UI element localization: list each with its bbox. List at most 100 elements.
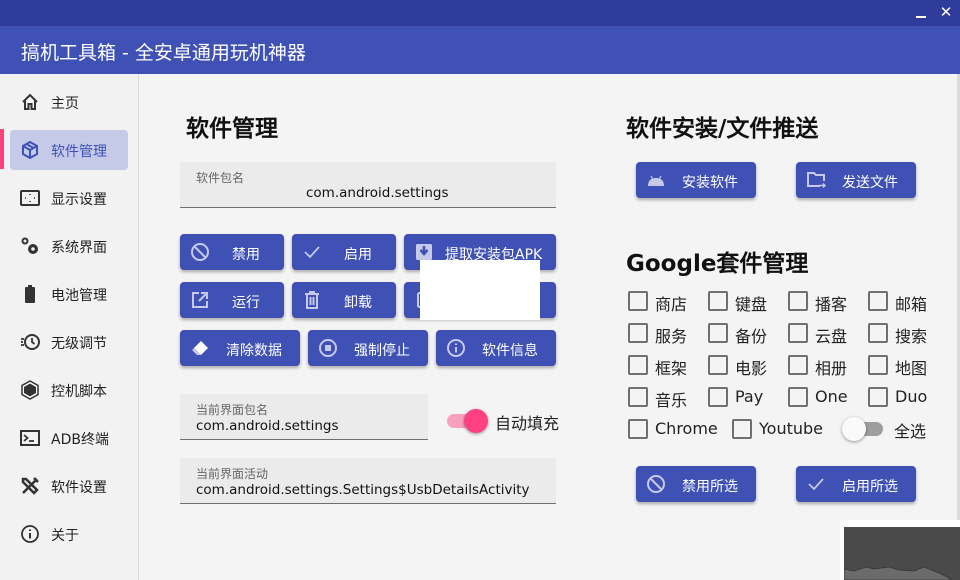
checkbox-box[interactable]	[628, 419, 648, 439]
google-app-checkbox[interactable]: Duo	[868, 386, 960, 408]
install-app-button[interactable]: 安装软件	[636, 162, 756, 198]
autofill-toggle-thumb	[464, 409, 488, 433]
current-activity-input[interactable]: 当前界面活动 com.android.settings.Settings$Usb…	[180, 458, 556, 504]
checkbox-label: Youtube	[759, 419, 823, 438]
checkbox-label: 地图	[895, 359, 928, 378]
display-icon	[20, 190, 40, 206]
checkbox-label: 备份	[735, 327, 768, 346]
package-name-value: com.android.settings	[306, 185, 449, 201]
enable-selected-label: 启用所选	[842, 479, 898, 495]
sidebar-item-home[interactable]: 主页	[10, 82, 128, 122]
checkbox-box[interactable]	[708, 323, 728, 343]
eraser-icon	[192, 341, 208, 355]
google-app-checkbox[interactable]: Youtube	[732, 418, 832, 440]
checkbox-box[interactable]	[708, 355, 728, 375]
sidebar-item-label: 无级调节	[51, 336, 107, 352]
sidebar: 主页 软件管理 显示设置 系统界面 电池管理 无级调节 控机脚本 ADB终端 软…	[0, 74, 139, 580]
trash-icon	[305, 291, 319, 309]
install-app-label: 安装软件	[682, 175, 738, 191]
disable-selected-button[interactable]: 禁用所选	[636, 466, 756, 502]
checkbox-label: 电影	[735, 359, 768, 378]
checkbox-box[interactable]	[868, 387, 888, 407]
uninstall-button[interactable]: 卸载	[292, 282, 396, 318]
checkbox-box[interactable]	[868, 355, 888, 375]
google-app-checkbox[interactable]: 搜索	[868, 322, 960, 346]
hexagon-icon	[21, 380, 39, 400]
clock-adjust-icon	[21, 334, 40, 350]
download-box-icon	[416, 244, 432, 260]
current-package-input[interactable]: 当前界面包名 com.android.settings	[180, 394, 428, 440]
terminal-icon	[20, 430, 40, 446]
disable-label: 禁用	[232, 247, 260, 263]
checkbox-box[interactable]	[868, 291, 888, 311]
run-button[interactable]: 运行	[180, 282, 284, 318]
minimize-button[interactable]	[913, 8, 929, 22]
info-icon	[447, 339, 465, 357]
sidebar-item-scripts[interactable]: 控机脚本	[10, 370, 128, 410]
checkbox-label: Chrome	[655, 419, 718, 438]
sidebar-item-about[interactable]: 关于	[10, 514, 128, 554]
google-app-checkbox[interactable]: Chrome	[628, 418, 728, 440]
send-file-label: 发送文件	[842, 175, 898, 191]
checkbox-box[interactable]	[868, 323, 888, 343]
sidebar-item-adjust[interactable]: 无级调节	[10, 322, 128, 362]
checkbox-box[interactable]	[788, 291, 808, 311]
clear-data-button[interactable]: 清除数据	[180, 330, 300, 366]
send-file-button[interactable]: 发送文件	[796, 162, 916, 198]
sidebar-item-label: 软件设置	[51, 480, 107, 496]
checkbox-label: 搜索	[895, 327, 928, 346]
sidebar-item-settings[interactable]: 软件设置	[10, 466, 128, 506]
checkbox-box[interactable]	[708, 387, 728, 407]
install-push-title: 软件安装/文件推送	[626, 116, 819, 142]
autofill-toggle[interactable]: 自动填充	[447, 409, 559, 433]
app-title: 搞机工具箱 - 全安卓通用玩机神器	[21, 42, 306, 64]
disable-button[interactable]: 禁用	[180, 234, 284, 270]
window-titlebar[interactable]: ✕	[0, 0, 960, 26]
checkbox-box[interactable]	[628, 355, 648, 375]
close-icon: ✕	[939, 3, 953, 21]
current-package-label: 当前界面包名	[196, 403, 269, 417]
enable-label: 启用	[344, 247, 372, 263]
open-external-icon	[192, 292, 208, 308]
google-app-checkbox[interactable]: 邮箱	[868, 290, 960, 314]
package-name-label: 软件包名	[196, 171, 245, 185]
checkbox-box[interactable]	[732, 419, 752, 439]
checkbox-box[interactable]	[788, 387, 808, 407]
package-name-input[interactable]: 软件包名 com.android.settings	[180, 162, 556, 208]
info-icon	[21, 525, 39, 543]
current-activity-value: com.android.settings.Settings$UsbDetails…	[196, 482, 530, 498]
sidebar-item-label: 关于	[51, 528, 79, 544]
select-all-label: 全选	[894, 422, 927, 441]
google-app-checkbox[interactable]: 地图	[868, 354, 960, 378]
select-all-toggle[interactable]: 全选	[842, 417, 935, 441]
checkbox-label: 商店	[655, 295, 688, 314]
package-icon	[22, 140, 38, 160]
checkbox-box[interactable]	[628, 387, 648, 407]
sidebar-item-label: 软件管理	[51, 144, 107, 160]
sidebar-item-label: 控机脚本	[51, 384, 107, 400]
checkbox-box[interactable]	[708, 291, 728, 311]
occlusion-overlay	[420, 260, 540, 320]
checkbox-label: 音乐	[655, 391, 688, 410]
tools-icon	[21, 477, 39, 495]
sidebar-item-display[interactable]: 显示设置	[10, 178, 128, 218]
sidebar-item-system-ui[interactable]: 系统界面	[10, 226, 128, 266]
sidebar-item-adb-terminal[interactable]: ADB终端	[10, 418, 128, 458]
app-info-button[interactable]: 软件信息	[436, 330, 556, 366]
folder-send-icon	[807, 172, 826, 189]
enable-selected-button[interactable]: 启用所选	[796, 466, 916, 502]
sidebar-item-battery[interactable]: 电池管理	[10, 274, 128, 314]
checkbox-box[interactable]	[788, 355, 808, 375]
checkbox-box[interactable]	[628, 291, 648, 311]
checkbox-box[interactable]	[628, 323, 648, 343]
checkbox-label: 框架	[655, 359, 688, 378]
sidebar-item-app-manager[interactable]: 软件管理	[10, 130, 128, 170]
force-stop-button[interactable]: 强制停止	[308, 330, 428, 366]
google-suite-title: Google套件管理	[626, 251, 809, 277]
close-button[interactable]: ✕	[938, 4, 954, 20]
active-nav-indicator	[0, 129, 4, 169]
checkbox-label: 播客	[815, 295, 848, 314]
checkbox-label: 键盘	[735, 295, 768, 314]
enable-button[interactable]: 启用	[292, 234, 396, 270]
checkbox-box[interactable]	[788, 323, 808, 343]
